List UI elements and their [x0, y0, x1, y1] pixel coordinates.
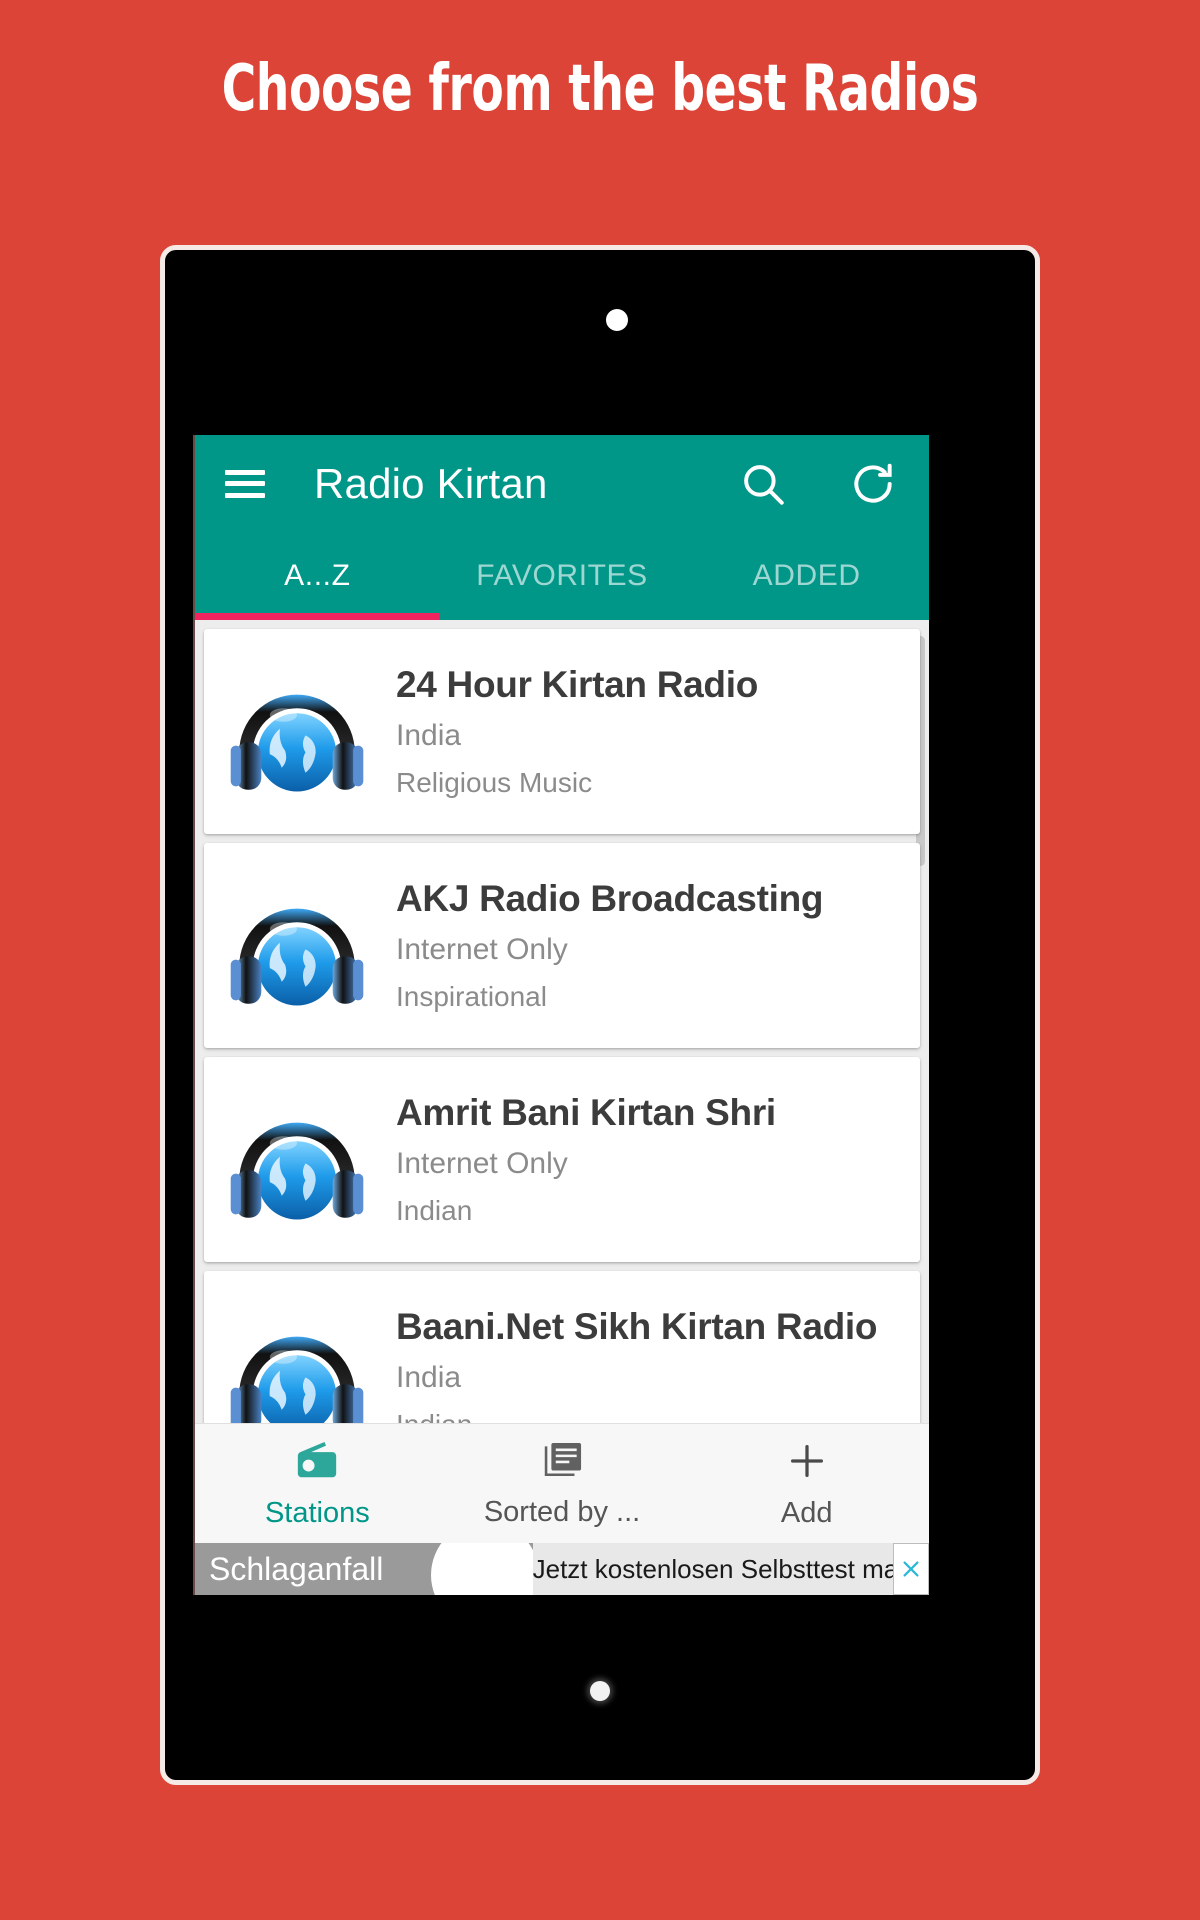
front-camera-dot	[606, 309, 628, 331]
headphones-globe-icon	[212, 861, 382, 1031]
station-title: Baani.Net Sikh Kirtan Radio	[396, 1305, 878, 1347]
close-x-icon[interactable]	[893, 1543, 929, 1595]
headphones-globe-icon	[212, 647, 382, 817]
radio-icon	[294, 1438, 340, 1489]
headphones-globe-icon	[212, 1075, 382, 1245]
app-screen: Radio Kirtan A...Z FAVORITES ADDED 24 Ho…	[193, 435, 929, 1595]
station-genre: Indian	[396, 1409, 910, 1423]
hamburger-menu-icon[interactable]	[225, 469, 265, 498]
page-title: Choose from the best Radios	[221, 52, 979, 126]
table-row[interactable]: Amrit Bani Kirtan Shri Internet Only Ind…	[204, 1057, 920, 1262]
ad-banner-right[interactable]: Jetzt kostenlosen Selbsttest machen	[532, 1543, 929, 1595]
search-icon[interactable]	[737, 458, 789, 510]
app-bar-actions	[737, 458, 899, 510]
device-mockup: Radio Kirtan A...Z FAVORITES ADDED 24 Ho…	[160, 245, 1040, 1785]
table-row[interactable]: AKJ Radio Broadcasting Internet Only Ins…	[204, 843, 920, 1048]
station-info: Baani.Net Sikh Kirtan Radio India Indian	[396, 1306, 910, 1423]
station-info: Amrit Bani Kirtan Shri Internet Only Ind…	[396, 1092, 910, 1228]
ad-banner[interactable]: Schlaganfall Jetzt kostenlosen Selbsttes…	[195, 1543, 929, 1595]
article-list-icon	[540, 1439, 584, 1488]
station-title: 24 Hour Kirtan Radio	[396, 663, 758, 705]
nav-label-sorted-by: Sorted by ...	[483, 1495, 641, 1528]
headphones-globe-icon	[212, 1289, 382, 1423]
station-genre: Indian	[396, 1195, 473, 1227]
station-info: 24 Hour Kirtan Radio India Religious Mus…	[396, 664, 910, 800]
app-bar: Radio Kirtan	[195, 435, 929, 532]
nav-item-stations[interactable]: Stations	[195, 1424, 440, 1543]
station-location: Internet Only	[396, 933, 568, 967]
ad-banner-left[interactable]: Schlaganfall	[195, 1543, 533, 1595]
station-genre: Religious Music	[396, 767, 593, 799]
plus-icon	[784, 1438, 830, 1489]
table-row[interactable]: 24 Hour Kirtan Radio India Religious Mus…	[204, 629, 920, 834]
station-list[interactable]: 24 Hour Kirtan Radio India Religious Mus…	[195, 620, 929, 1423]
station-title: AKJ Radio Broadcasting	[396, 877, 824, 919]
nav-label-add: Add	[780, 1496, 833, 1529]
tab-active-indicator	[195, 613, 440, 620]
bottom-navigation: Stations Sorted by ... Add	[195, 1423, 929, 1543]
nav-label-stations: Stations	[264, 1496, 370, 1529]
station-info: AKJ Radio Broadcasting Internet Only Ins…	[396, 878, 910, 1014]
tab-added[interactable]: ADDED	[684, 532, 929, 620]
ad-right-text: Jetzt kostenlosen Selbsttest machen	[532, 1553, 929, 1584]
ad-left-text: Schlaganfall	[209, 1550, 384, 1587]
refresh-icon[interactable]	[847, 458, 899, 510]
tab-bar: A...Z FAVORITES ADDED	[195, 532, 929, 620]
tab-a-to-z[interactable]: A...Z	[195, 532, 440, 620]
station-location: India	[396, 719, 462, 753]
table-row[interactable]: Baani.Net Sikh Kirtan Radio India Indian	[204, 1271, 920, 1423]
station-location: Internet Only	[396, 1147, 568, 1181]
tab-favorites[interactable]: FAVORITES	[440, 532, 685, 620]
ad-decor-blob	[430, 1543, 533, 1595]
home-indicator-dot	[590, 1681, 610, 1701]
app-title: Radio Kirtan	[314, 459, 548, 507]
station-genre: Inspirational	[396, 981, 547, 1013]
nav-item-add[interactable]: Add	[684, 1424, 929, 1543]
station-title: Amrit Bani Kirtan Shri	[396, 1091, 776, 1133]
nav-item-sorted-by[interactable]: Sorted by ...	[440, 1424, 685, 1543]
station-location: India	[396, 1361, 462, 1395]
